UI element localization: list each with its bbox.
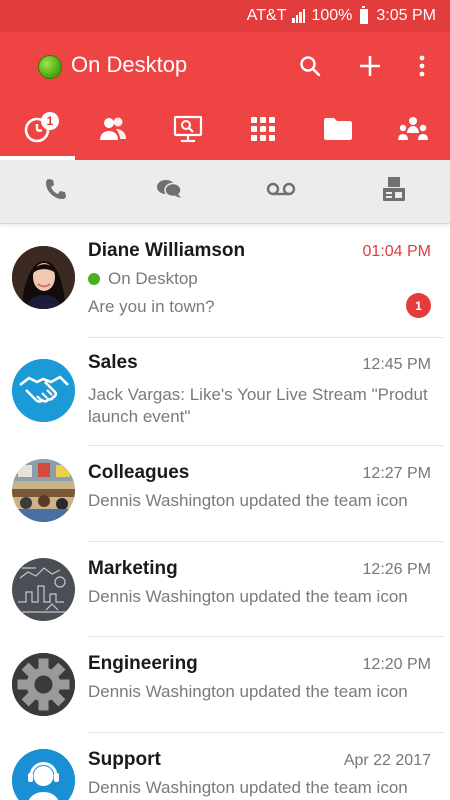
conversation-title: Colleagues <box>88 462 190 483</box>
voicemail-icon <box>266 182 296 201</box>
conversation-title: Diane Williamson <box>88 240 246 261</box>
presence-status-label[interactable]: On Desktop <box>71 52 187 78</box>
recent-unread-badge: 1 <box>41 112 59 130</box>
conversation-preview: Are you in town? <box>88 297 215 316</box>
presence-dot-icon <box>88 273 100 285</box>
main-tabs: 1 <box>0 102 450 160</box>
chat-icon <box>156 178 182 205</box>
conversation-row[interactable]: Marketing 12:26 PM Dennis Washington upd… <box>0 542 450 637</box>
conversation-time: 12:27 PM <box>362 465 431 482</box>
unread-badge: 1 <box>406 293 431 318</box>
signal-icon <box>292 9 306 23</box>
sub-tabs <box>0 160 450 224</box>
status-bar: AT&T 100% 3:05 PM <box>0 0 450 32</box>
conversation-time: 12:20 PM <box>362 656 431 673</box>
conversation-title: Sales <box>88 352 138 373</box>
conversation-row[interactable]: Sales 12:45 PM Jack Vargas: Like's Your … <box>0 338 450 446</box>
presence-label: On Desktop <box>108 269 198 288</box>
conversation-row[interactable]: Engineering 12:20 PM Dennis Washington u… <box>0 637 450 733</box>
subtab-calls[interactable] <box>0 160 113 223</box>
conversation-title: Marketing <box>88 558 178 579</box>
tab-teams[interactable] <box>375 102 450 160</box>
fax-icon <box>382 176 406 207</box>
subtab-fax[interactable] <box>338 160 450 223</box>
conversation-preview: Dennis Washington updated the team icon <box>88 491 408 510</box>
presence-status-icon[interactable] <box>38 55 62 79</box>
conversation-row[interactable]: Colleagues 12:27 PM Dennis Washington up… <box>0 446 450 542</box>
add-icon[interactable] <box>355 51 385 81</box>
conversation-time: 12:45 PM <box>362 356 431 373</box>
conversation-time: 12:26 PM <box>362 561 431 578</box>
conversation-row[interactable]: Support Apr 22 2017 Dennis Washington up… <box>0 733 450 800</box>
conversation-list: Diane Williamson 01:04 PM On Desktop Are… <box>0 226 450 800</box>
tab-contacts[interactable] <box>75 102 150 160</box>
tab-files[interactable] <box>300 102 375 160</box>
dialpad-icon <box>250 116 276 147</box>
handshake-icon <box>12 359 75 422</box>
conversation-time: Apr 22 2017 <box>343 752 431 769</box>
conversation-preview: Dennis Washington updated the team icon <box>88 778 408 797</box>
avatar <box>12 558 75 621</box>
meetings-icon <box>173 115 203 148</box>
contacts-icon <box>99 116 127 147</box>
files-icon <box>323 117 353 146</box>
battery-icon <box>360 5 369 24</box>
presence-status: On Desktop <box>88 269 198 289</box>
avatar <box>12 459 75 522</box>
teams-icon <box>397 116 429 147</box>
tab-meetings[interactable] <box>150 102 225 160</box>
phone-icon <box>45 178 67 205</box>
battery-percent: 100% <box>311 7 353 24</box>
conversation-time: 01:04 PM <box>362 243 431 260</box>
clock: 3:05 PM <box>376 7 436 24</box>
conversation-preview: Dennis Washington updated the team icon <box>88 587 408 606</box>
search-icon[interactable] <box>295 51 325 81</box>
tab-recent[interactable]: 1 <box>0 102 75 160</box>
app-bar: On Desktop <box>0 32 450 102</box>
conversation-title: Support <box>88 749 161 770</box>
conversation-preview: Jack Vargas: Like's Your Live Stream "Pr… <box>88 385 428 426</box>
carrier-label: AT&T <box>246 7 287 24</box>
gear-icon <box>12 653 75 716</box>
tab-dialpad[interactable] <box>225 102 300 160</box>
headset-icon <box>12 749 75 800</box>
subtab-messages[interactable] <box>113 160 226 223</box>
conversation-row[interactable]: Diane Williamson 01:04 PM On Desktop Are… <box>0 226 450 338</box>
conversation-title: Engineering <box>88 653 198 674</box>
conversation-preview: Dennis Washington updated the team icon <box>88 682 408 701</box>
subtab-voicemail[interactable] <box>225 160 338 223</box>
avatar <box>12 246 75 309</box>
more-options-icon[interactable] <box>407 51 437 81</box>
